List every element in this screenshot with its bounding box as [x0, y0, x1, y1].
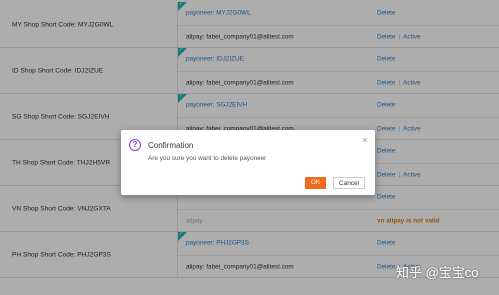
ok-button[interactable]: OK: [305, 177, 326, 189]
watermark: 知乎 @宝宝co: [396, 265, 479, 280]
confirmation-dialog: ? Confirmation × Are you sure you want t…: [121, 130, 375, 195]
dialog-message: Are you sure you want to delete payoneer: [148, 155, 267, 162]
close-icon[interactable]: ×: [362, 135, 367, 145]
dialog-title: Confirmation: [148, 141, 194, 150]
cancel-button[interactable]: Cancel: [333, 177, 365, 189]
question-icon: ?: [129, 139, 141, 151]
